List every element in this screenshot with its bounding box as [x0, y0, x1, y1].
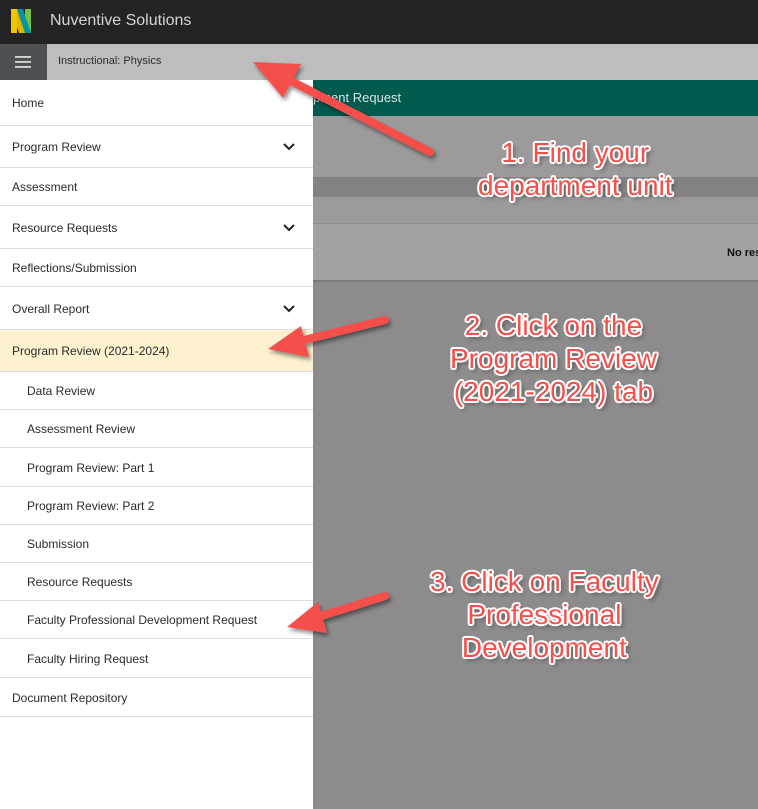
menu-toggle-button[interactable]: [0, 44, 47, 80]
sidebar-item-data-review[interactable]: Data Review: [0, 372, 313, 410]
sidebar-item-reflections-submission[interactable]: Reflections/Submission: [0, 249, 313, 287]
hamburger-icon: [15, 56, 31, 68]
sidebar-item-program-review-part-1[interactable]: Program Review: Part 1: [0, 448, 313, 487]
annotation-step1: 1. Find your department unit: [478, 136, 673, 202]
sidebar-item-submission[interactable]: Submission: [0, 525, 313, 563]
sidebar-item-label: Faculty Hiring Request: [27, 652, 149, 666]
sidebar-item-overall-report[interactable]: Overall Report: [0, 287, 313, 330]
sidebar-item-program-review-part-2[interactable]: Program Review: Part 2: [0, 487, 313, 525]
app-topbar: Nuventive Solutions: [0, 0, 758, 44]
sidebar-item-label: Submission: [27, 537, 90, 551]
sidebar-item-label: Program Review (2021-2024): [12, 344, 170, 358]
sidebar-item-label: Overall Report: [12, 302, 90, 316]
sidebar-item-label: Program Review: [12, 140, 101, 154]
annotation-step3-line1: 3. Click on Faculty: [430, 566, 659, 597]
sidebar-nav: Home Program Review Assessment Resource Req…: [0, 80, 313, 809]
annotation-step1-line2: department unit: [478, 170, 673, 201]
sidebar-item-label: Resource Requests: [27, 575, 133, 589]
sidebar-item-resource-requests[interactable]: Resource Requests: [0, 563, 313, 601]
chevron-down-icon[interactable]: [283, 143, 295, 151]
sidebar-item-label: Home: [12, 96, 45, 110]
chevron-down-icon[interactable]: [283, 305, 295, 313]
sidebar-item-assessment[interactable]: Assessment: [0, 168, 313, 206]
content-header-title: pment Request: [313, 90, 402, 105]
annotation-step2-line1: 2. Click on the: [464, 310, 643, 341]
current-unit-selector[interactable]: Instructional: Physics: [58, 55, 161, 67]
sidebar-item-label: Assessment: [12, 180, 78, 194]
annotation-step2-line2: Program Review: [450, 343, 657, 374]
sidebar-item-label: Data Review: [27, 384, 96, 398]
sidebar-item-label: Faculty Professional Development Request: [27, 613, 258, 627]
annotation-step3-line2: Professional: [467, 599, 622, 630]
chevron-down-icon[interactable]: [283, 224, 295, 232]
annotation-step1-line1: 1. Find your: [501, 137, 650, 168]
nuventive-logo-icon[interactable]: [9, 7, 33, 35]
sidebar-item-faculty-professional-development-request[interactable]: Faculty Professional Development Request: [0, 601, 313, 639]
annotation-step2-line3: (2021-2024) tab: [453, 376, 654, 407]
sidebar-item-program-review[interactable]: Program Review: [0, 126, 313, 168]
annotation-step3-line3: Development: [461, 632, 627, 663]
sidebar-item-faculty-hiring-request[interactable]: Faculty Hiring Request: [0, 639, 313, 678]
sidebar-item-label: Resource Requests: [12, 221, 118, 235]
sidebar-item-label: Reflections/Submission: [12, 261, 137, 275]
sidebar-item-program-review-2021-2024[interactable]: Program Review (2021-2024): [0, 330, 313, 372]
sidebar-item-resource-requests[interactable]: Resource Requests: [0, 206, 313, 249]
annotation-step2: 2. Click on the Program Review (2021-202…: [450, 309, 657, 408]
content-results-row: No res: [313, 224, 758, 282]
no-results-text: No res: [727, 247, 758, 259]
sidebar-item-label: Program Review: Part 1: [27, 461, 155, 475]
sidebar-item-label: Program Review: Part 2: [27, 499, 155, 513]
annotation-step3: 3. Click on Faculty Professional Develop…: [430, 565, 659, 664]
sidebar-item-document-repository[interactable]: Document Repository: [0, 678, 313, 717]
sidebar-item-assessment-review[interactable]: Assessment Review: [0, 410, 313, 448]
app-title: Nuventive Solutions: [50, 12, 192, 29]
unit-bar: Instructional: Physics: [0, 44, 758, 80]
content-header: pment Request: [313, 80, 758, 116]
sidebar-item-label: Assessment Review: [27, 422, 136, 436]
sidebar-item-home[interactable]: Home: [0, 80, 313, 126]
sidebar-item-label: Document Repository: [12, 691, 128, 705]
